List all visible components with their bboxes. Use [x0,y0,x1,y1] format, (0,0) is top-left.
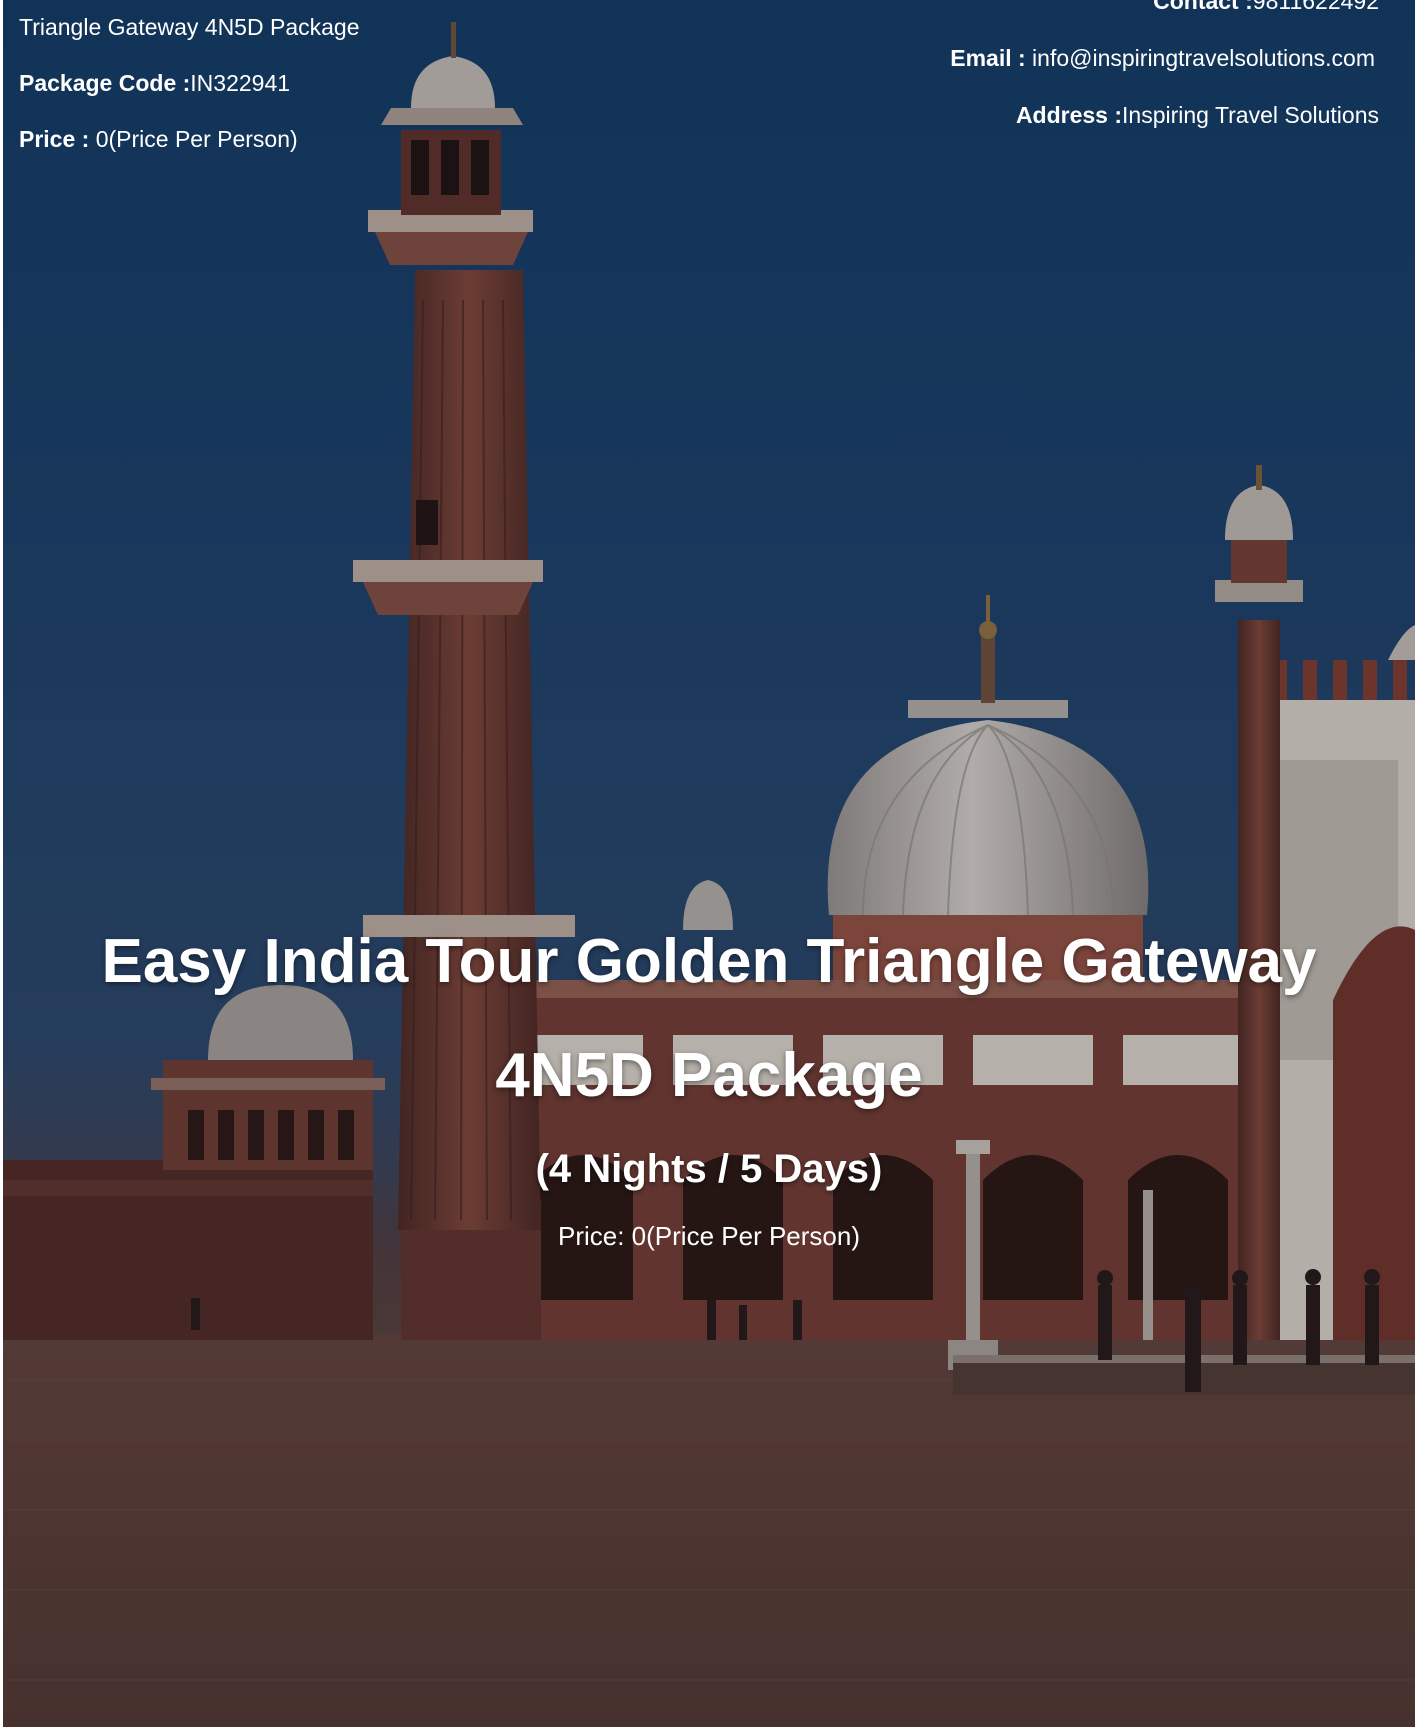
brochure-cover-page: Triangle Gateway 4N5D Package Package Co… [3,0,1415,1727]
package-code-value: IN322941 [190,70,291,96]
contact-label: Contact : [1153,0,1253,14]
contact-email: Email : info@inspiringtravelsolutions.co… [679,43,1375,73]
contact-address: Address :Inspiring Travel Solutions [679,100,1379,130]
dark-tint-overlay [3,0,1415,1727]
address-label: Address : [1015,102,1123,128]
address-value: Inspiring Travel Solutions [1122,102,1379,128]
package-code-label: Package Code : [19,70,191,96]
price-label: Price : [19,126,90,152]
package-summary: Triangle Gateway 4N5D Package Package Co… [19,12,539,180]
email-value[interactable]: info@inspiringtravelsolutions.com [1026,45,1375,71]
hero-title-block: Easy India Tour Golden Triangle Gateway … [3,905,1415,1253]
price-value: 0(Price Per Person) [89,126,298,152]
tour-duration: (4 Nights / 5 Days) [535,1147,883,1191]
package-code: Package Code :IN322941 [19,68,539,98]
package-price: Price : 0(Price Per Person) [19,124,539,154]
tour-price: Price: 0(Price Per Person) [558,1221,860,1251]
contact-value[interactable]: 9811622492 [1253,0,1379,14]
contact-phone: Contact :9811622492 [679,0,1379,16]
contact-details: Contact :9811622492 Email : info@inspiri… [679,0,1379,157]
email-label: Email : [950,45,1026,71]
package-name: Triangle Gateway 4N5D Package [19,14,360,40]
tour-title-line-1: Easy India Tour Golden Triangle Gateway [101,927,1317,996]
tour-title-line-2: 4N5D Package [495,1041,923,1110]
